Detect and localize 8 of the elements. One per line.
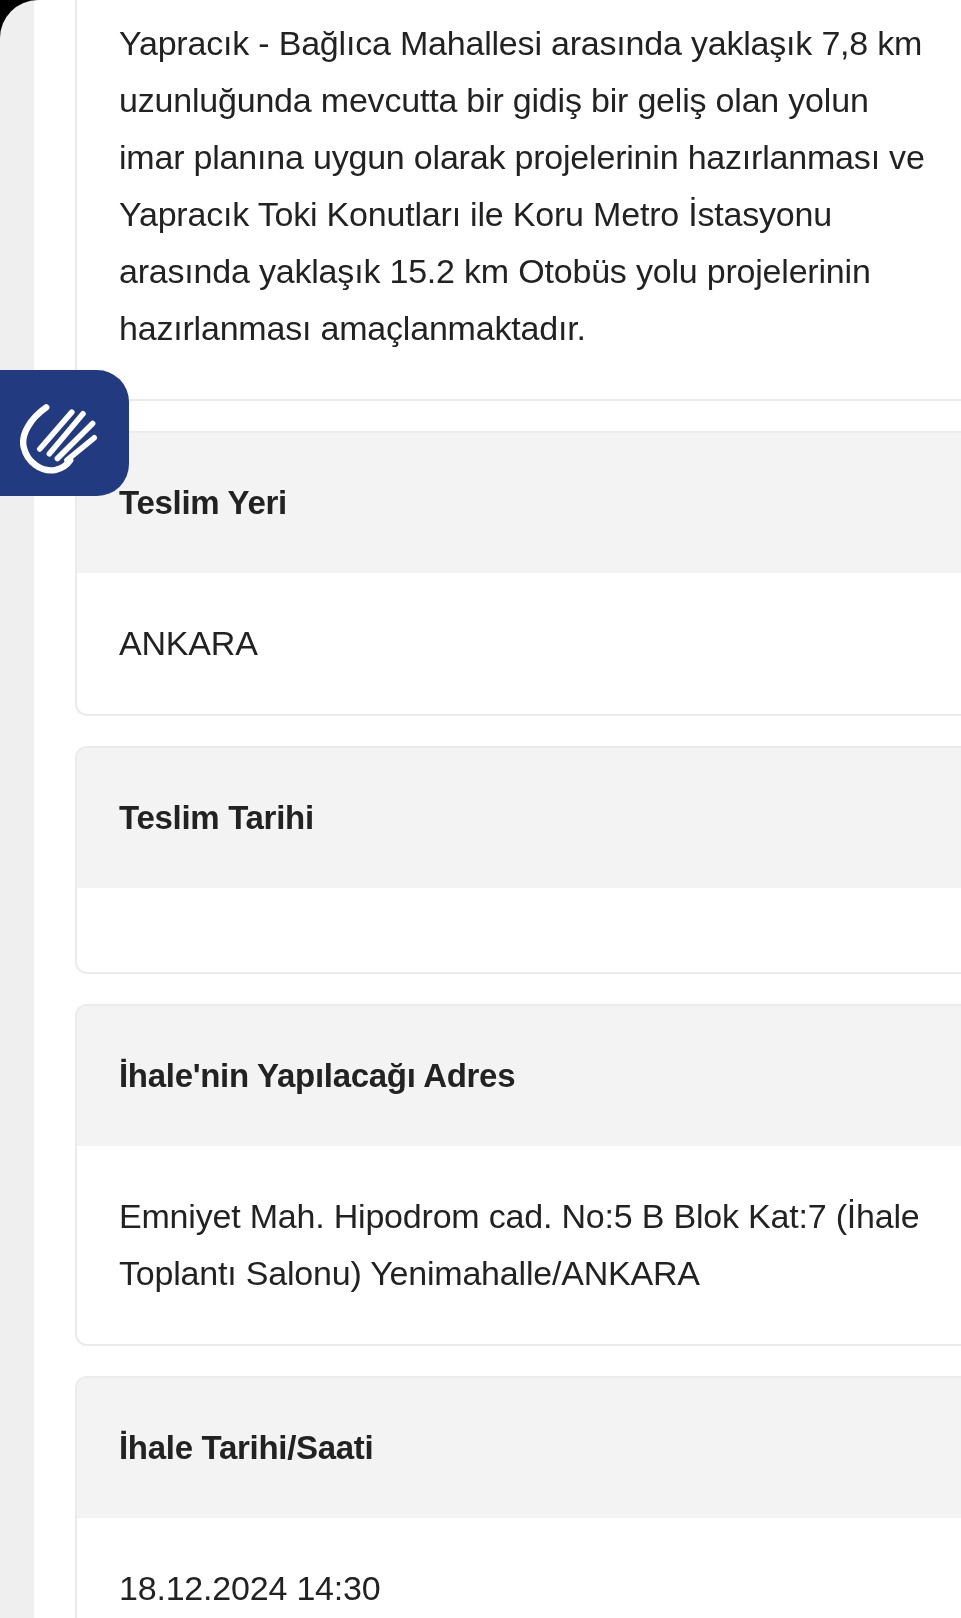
card-title: İhale'nin Yapılacağı Adres <box>119 1056 516 1096</box>
card-title: İhale Tarihi/Saati <box>119 1428 374 1468</box>
card-title: Teslim Yeri <box>119 483 287 523</box>
card-value: 18.12.2024 14:30 <box>119 1568 381 1609</box>
card-value: Emniyet Mah. Hipodrom cad. No:5 B Blok Kat:7 (İhale Toplantı Salonu) Yenimahalle/ANKARA <box>119 1196 921 1294</box>
description-text: Yapracık - Bağlıca Mahallesi arasında yaklaşık 7,8 km uzunluğunda mevcutta bir gidiş bir geliş olan yolun imar planına uygun olarak projelerinin hazırlanması ve Yapracık Toki Konutları ile Koru Metro İstasyonu arasında yaklaşık 15.2 km Otobüs yolu projelerinin hazırlanması amaçlanmaktadır. <box>119 23 926 349</box>
card-value: ANKARA <box>119 623 258 664</box>
card-title: Teslim Tarihi <box>119 798 314 838</box>
